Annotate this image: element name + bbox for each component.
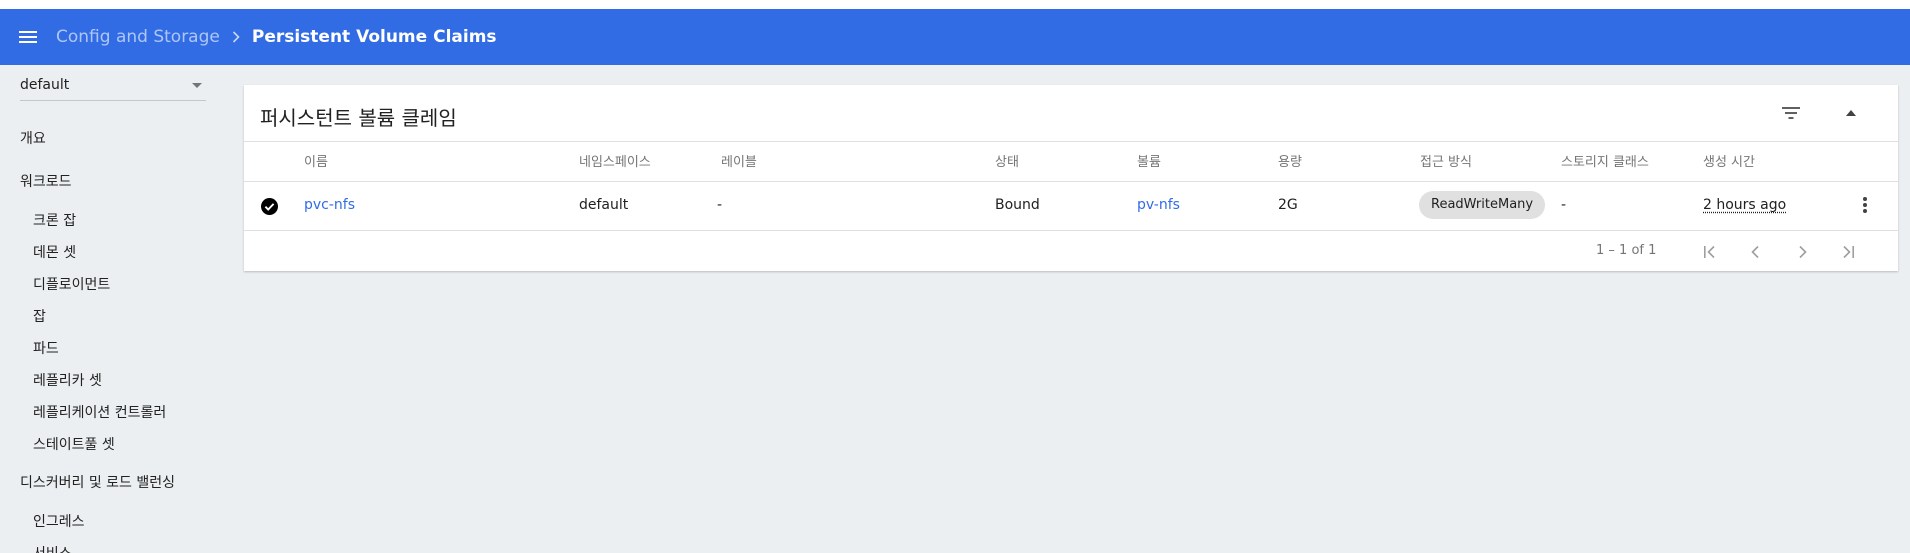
breadcrumb-current: Persistent Volume Claims xyxy=(251,27,497,47)
column-header-labels: 레이블 xyxy=(721,155,757,170)
chevron-right-icon[interactable] xyxy=(1786,235,1820,269)
last-page-icon[interactable] xyxy=(1831,235,1865,269)
sidebar-item-statefulsets[interactable]: 스테이트풀 셋 xyxy=(33,434,115,454)
sidebar-item-workloads[interactable]: 워크로드 xyxy=(20,171,72,191)
column-divider xyxy=(244,181,1898,182)
pvc-list-card: 퍼시스턴트 볼륨 클레임 이름 네임스페이스 레이블 상태 볼륨 용량 접근 방… xyxy=(244,85,1898,271)
sidebar: default 개요 워크로드 크론 잡 데몬 셋 디플로이먼트 잡 파드 레플… xyxy=(0,65,220,553)
column-header-storage-class: 스토리지 클래스 xyxy=(1561,155,1649,170)
row-divider xyxy=(244,230,1898,231)
chevron-up-icon[interactable] xyxy=(1831,93,1871,133)
pvc-labels: - xyxy=(717,197,723,213)
header-divider xyxy=(244,141,1898,142)
sidebar-item-deployments[interactable]: 디플로이먼트 xyxy=(33,274,110,294)
card-title: 퍼시스턴트 볼륨 클레임 xyxy=(260,106,457,130)
column-header-volume: 볼륨 xyxy=(1137,155,1161,170)
pvc-capacity: 2G xyxy=(1278,197,1298,213)
pvc-volume-link[interactable]: pv-nfs xyxy=(1137,197,1180,213)
pvc-storage-class: - xyxy=(1561,197,1567,213)
sidebar-item-daemonsets[interactable]: 데몬 셋 xyxy=(33,242,76,262)
more-vert-icon[interactable] xyxy=(1853,193,1877,217)
column-header-status: 상태 xyxy=(995,155,1019,170)
chevron-left-icon[interactable] xyxy=(1738,235,1772,269)
column-header-access-modes: 접근 방식 xyxy=(1420,155,1472,170)
first-page-icon[interactable] xyxy=(1693,235,1727,269)
pvc-namespace: default xyxy=(579,197,629,213)
namespace-value: default xyxy=(20,77,70,93)
column-header-capacity: 용량 xyxy=(1278,155,1302,170)
sidebar-item-pods[interactable]: 파드 xyxy=(33,338,59,358)
dropdown-arrow-icon xyxy=(192,83,202,88)
breadcrumb-parent[interactable]: Config and Storage xyxy=(56,27,220,47)
sidebar-item-replicationcontrollers[interactable]: 레플리케이션 컨트롤러 xyxy=(33,402,166,422)
sidebar-item-cronjobs[interactable]: 크론 잡 xyxy=(33,210,76,230)
top-toolbar: Config and Storage Persistent Volume Cla… xyxy=(0,9,1910,65)
namespace-selector[interactable]: default xyxy=(20,77,206,101)
sidebar-item-services[interactable]: 서비스 xyxy=(33,543,72,553)
check-circle-icon xyxy=(261,198,278,215)
pvc-name-link[interactable]: pvc-nfs xyxy=(304,197,355,213)
column-header-namespace: 네임스페이스 xyxy=(579,155,651,170)
sidebar-item-jobs[interactable]: 잡 xyxy=(33,306,46,326)
pvc-created-time[interactable]: 2 hours ago xyxy=(1703,197,1786,213)
window-top-strip xyxy=(0,0,1910,9)
filter-list-icon[interactable] xyxy=(1771,93,1811,133)
pvc-status: Bound xyxy=(995,197,1040,213)
sidebar-item-overview[interactable]: 개요 xyxy=(20,128,46,148)
sidebar-item-ingresses[interactable]: 인그레스 xyxy=(33,511,85,531)
sidebar-item-replicasets[interactable]: 레플리카 셋 xyxy=(33,370,102,390)
menu-icon[interactable] xyxy=(0,9,56,65)
sidebar-item-discovery[interactable]: 디스커버리 및 로드 밸런싱 xyxy=(20,472,175,492)
column-header-created[interactable]: 생성 시간 xyxy=(1703,151,1755,170)
access-mode-chip: ReadWriteMany xyxy=(1419,191,1546,219)
pagination-range: 1 – 1 of 1 xyxy=(1596,243,1657,258)
chevron-right-icon xyxy=(232,31,240,43)
column-header-name[interactable]: 이름 xyxy=(304,151,328,170)
